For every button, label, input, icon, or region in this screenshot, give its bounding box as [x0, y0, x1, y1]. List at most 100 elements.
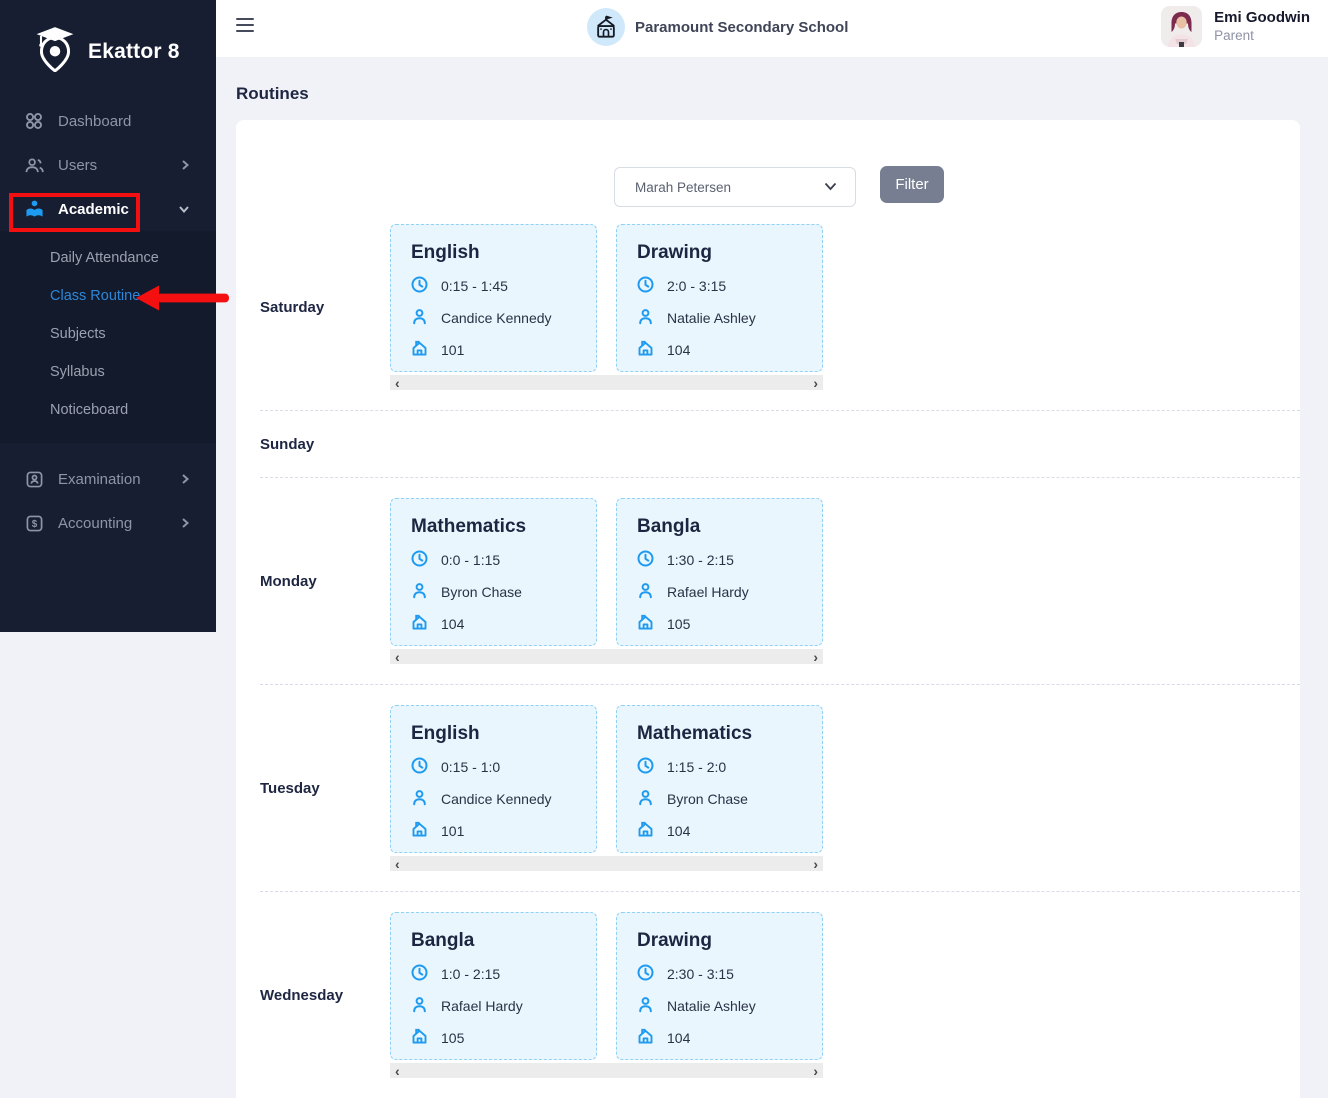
app-logo[interactable]: Ekattor 8	[0, 0, 216, 99]
users-icon	[24, 157, 44, 174]
class-teacher: Candice Kennedy	[441, 310, 552, 326]
graduation-pin-logo-icon	[34, 26, 76, 77]
sidebar-item-noticeboard[interactable]: Noticeboard	[0, 391, 216, 429]
svg-text:$: $	[31, 518, 37, 529]
class-time: 1:0 - 2:15	[441, 966, 500, 982]
clock-icon	[411, 757, 428, 777]
class-time: 1:30 - 2:15	[667, 552, 734, 568]
horizontal-scrollbar[interactable]: ‹ ›	[390, 1063, 823, 1078]
chevron-right-icon	[180, 159, 190, 171]
day-label: Monday	[260, 498, 390, 664]
scroll-left-icon[interactable]: ‹	[395, 857, 400, 871]
hamburger-menu-icon[interactable]	[236, 18, 254, 32]
student-select[interactable]: Marah Petersen	[614, 167, 856, 207]
day-classes: English 0:15 - 1:0 Candice Kennedy	[390, 705, 823, 853]
day-separator	[260, 891, 1300, 892]
page-title: Routines	[216, 57, 1328, 104]
class-room: 105	[441, 1030, 464, 1046]
days-list: Saturday English 0:15 - 1:45 Candice Ken…	[236, 224, 1300, 1078]
sidebar-item-label: Examination	[58, 471, 180, 488]
person-icon	[411, 582, 428, 602]
class-teacher: Byron Chase	[667, 791, 748, 807]
horizontal-scrollbar[interactable]: ‹ ›	[390, 375, 823, 390]
scroll-right-icon[interactable]: ›	[813, 650, 818, 664]
class-card: Drawing 2:0 - 3:15 Natalie Ashley	[616, 224, 823, 372]
sidebar-item-subjects[interactable]: Subjects	[0, 315, 216, 353]
class-room: 105	[667, 616, 690, 632]
home-icon	[637, 821, 654, 841]
class-room: 104	[667, 1030, 690, 1046]
class-subject: English	[411, 242, 576, 264]
scroll-right-icon[interactable]: ›	[813, 376, 818, 390]
home-icon	[411, 614, 428, 634]
person-icon	[637, 996, 654, 1016]
user-menu[interactable]: Emi Goodwin Parent	[1161, 6, 1310, 47]
scroll-left-icon[interactable]: ‹	[395, 1064, 400, 1078]
sidebar-item-class-routine[interactable]: Class Routine	[0, 277, 216, 315]
filter-button[interactable]: Filter	[880, 166, 944, 203]
sidebar-item-daily-attendance[interactable]: Daily Attendance	[0, 239, 216, 277]
scroll-left-icon[interactable]: ‹	[395, 376, 400, 390]
class-teacher: Byron Chase	[441, 584, 522, 600]
home-icon	[411, 821, 428, 841]
class-card: English 0:15 - 1:0 Candice Kennedy	[390, 705, 597, 853]
scroll-left-icon[interactable]: ‹	[395, 650, 400, 664]
horizontal-scrollbar[interactable]: ‹ ›	[390, 649, 823, 664]
class-time: 0:15 - 1:0	[441, 759, 500, 775]
chevron-right-icon	[180, 473, 190, 485]
scroll-right-icon[interactable]: ›	[813, 1064, 818, 1078]
home-icon	[637, 340, 654, 360]
submenu-label: Class Routine	[50, 288, 140, 304]
sidebar-item-accounting[interactable]: $ Accounting	[0, 501, 216, 545]
class-card: Bangla 1:0 - 2:15 Rafael Hardy	[390, 912, 597, 1060]
accounting-icon: $	[24, 515, 44, 532]
clock-icon	[637, 757, 654, 777]
sidebar-item-syllabus[interactable]: Syllabus	[0, 353, 216, 391]
day-separator	[260, 410, 1300, 411]
horizontal-scrollbar[interactable]: ‹ ›	[390, 856, 823, 871]
day-classes: Mathematics 0:0 - 1:15 Byron Chase	[390, 498, 823, 646]
class-card: Mathematics 1:15 - 2:0 Byron Chase	[616, 705, 823, 853]
class-card: Mathematics 0:0 - 1:15 Byron Chase	[390, 498, 597, 646]
class-room: 101	[441, 823, 464, 839]
avatar	[1161, 6, 1202, 47]
class-subject: Bangla	[411, 930, 576, 952]
clock-icon	[411, 550, 428, 570]
select-chevron-down-icon	[824, 178, 837, 196]
class-room: 104	[667, 342, 690, 358]
class-subject: Mathematics	[637, 723, 802, 745]
class-subject: Drawing	[637, 242, 802, 264]
scroll-right-icon[interactable]: ›	[813, 857, 818, 871]
school-name: Paramount Secondary School	[635, 19, 848, 36]
day-label: Sunday	[260, 436, 390, 453]
sidebar-item-academic[interactable]: Academic	[0, 187, 216, 231]
class-teacher: Rafael Hardy	[441, 998, 523, 1014]
home-icon	[637, 1028, 654, 1048]
sidebar-item-label: Users	[58, 157, 180, 174]
class-card: English 0:15 - 1:45 Candice Kennedy	[390, 224, 597, 372]
sidebar-item-users[interactable]: Users	[0, 143, 216, 187]
sidebar: Ekattor 8 Dashboard Users	[0, 0, 216, 632]
class-card: Drawing 2:30 - 3:15 Natalie Ashley	[616, 912, 823, 1060]
day-classes: English 0:15 - 1:45 Candice Kennedy	[390, 224, 823, 372]
sidebar-item-dashboard[interactable]: Dashboard	[0, 99, 216, 143]
clock-icon	[637, 276, 654, 296]
submenu-label: Daily Attendance	[50, 250, 159, 266]
class-subject: Bangla	[637, 516, 802, 538]
sidebar-item-examination[interactable]: Examination	[0, 457, 216, 501]
person-icon	[637, 789, 654, 809]
clock-icon	[637, 964, 654, 984]
submenu-label: Noticeboard	[50, 402, 128, 418]
class-room: 104	[667, 823, 690, 839]
class-subject: Mathematics	[411, 516, 576, 538]
person-icon	[411, 789, 428, 809]
class-teacher: Candice Kennedy	[441, 791, 552, 807]
day-label: Saturday	[260, 224, 390, 390]
academic-icon	[24, 200, 44, 218]
class-time: 0:15 - 1:45	[441, 278, 508, 294]
day-separator	[260, 684, 1300, 685]
class-time: 1:15 - 2:0	[667, 759, 726, 775]
main-content: Routines Marah Petersen Filter Saturday …	[216, 57, 1328, 1098]
person-icon	[637, 582, 654, 602]
class-room: 101	[441, 342, 464, 358]
